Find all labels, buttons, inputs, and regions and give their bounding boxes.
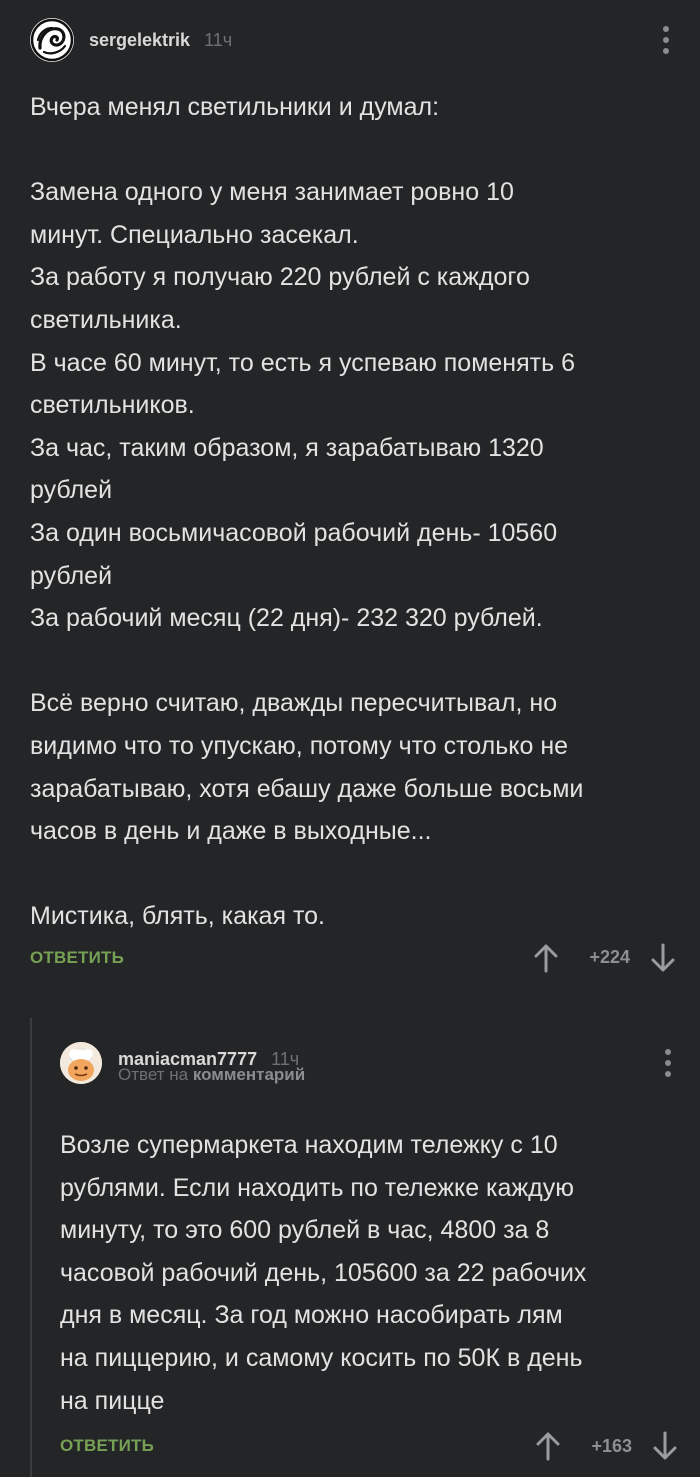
reply-to-prefix: Ответ на [118,1065,189,1084]
comment-reply: maniacman7777 11ч Ответ на комментарий В… [32,1018,700,1466]
arrow-down-icon[interactable] [650,943,676,973]
comment-time: 11ч [204,29,233,50]
avatar-chef-icon [60,1042,102,1084]
reply-button[interactable]: ОТВЕТИТЬ [60,1436,154,1456]
more-vertical-icon[interactable] [656,26,676,54]
comment-rating: +224 [589,947,630,968]
reply-to-line: Ответ на комментарий [118,1065,305,1085]
comment-root: sergelektrik 11ч Вчера менял светильники… [0,0,700,978]
comment-header: sergelektrik 11ч [30,18,676,62]
user-avatar[interactable] [60,1042,102,1084]
reply-to-link[interactable]: комментарий [193,1065,305,1084]
arrow-up-icon[interactable] [533,943,559,973]
vote-controls: +163 [535,1431,678,1461]
user-avatar[interactable] [30,18,74,62]
more-vertical-icon[interactable] [658,1049,678,1077]
comment-footer: ОТВЕТИТЬ +163 [60,1426,678,1466]
reply-button[interactable]: ОТВЕТИТЬ [30,948,124,968]
comment-text: Вчера менял светильники и думал: Замена … [30,93,584,931]
comment-text: Возле супермаркета находим тележку с 10 … [60,1131,587,1415]
arrow-up-icon[interactable] [535,1431,561,1461]
arrow-down-icon[interactable] [652,1431,678,1461]
reply-thread: maniacman7777 11ч Ответ на комментарий В… [30,1018,700,1477]
username[interactable]: sergelektrik [89,30,190,51]
vote-controls: +224 [533,943,676,973]
avatar-logo-icon [30,18,74,62]
comment-rating: +163 [591,1435,632,1456]
comment-footer: ОТВЕТИТЬ +224 [30,938,676,978]
